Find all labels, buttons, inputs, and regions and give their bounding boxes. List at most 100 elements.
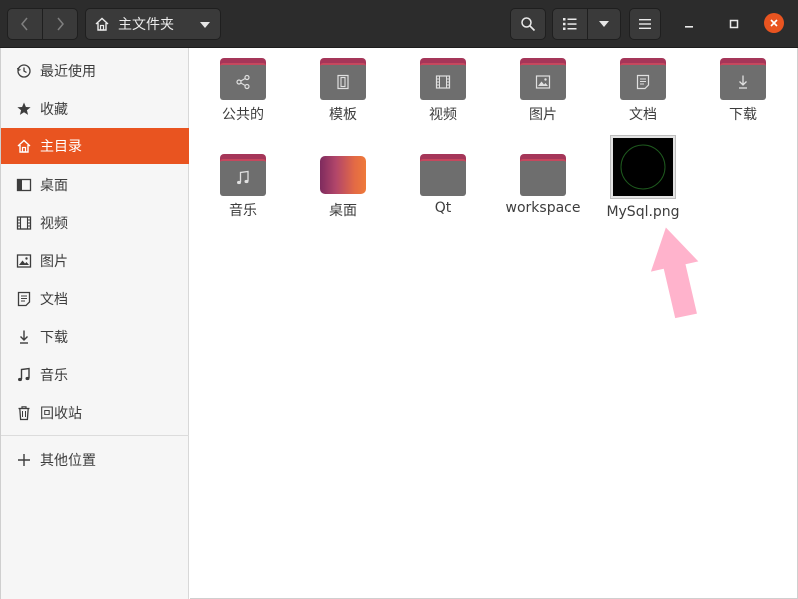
search-button[interactable]: [510, 8, 546, 40]
main-menu-button[interactable]: [629, 8, 661, 40]
close-icon: [770, 19, 778, 27]
folder-item-downloads[interactable]: 下载: [693, 58, 793, 124]
sidebar-item-music[interactable]: 音乐: [1, 357, 189, 393]
sidebar-item-label: 音乐: [40, 368, 68, 384]
desktop-icon: [15, 176, 33, 194]
plus-icon: [15, 451, 33, 469]
music-icon: [237, 170, 249, 185]
folder-icon: [620, 58, 666, 100]
folder-item-videos[interactable]: 视频: [393, 58, 493, 124]
back-button[interactable]: [7, 8, 43, 40]
film-icon: [15, 214, 33, 232]
file-name: 桌面: [329, 203, 357, 219]
folder-icon: [520, 154, 566, 196]
file-name: 图片: [529, 107, 557, 123]
file-name: 音乐: [229, 203, 257, 219]
file-name: 文档: [629, 107, 657, 123]
folder-item-documents[interactable]: 文档: [593, 58, 693, 124]
trash-icon: [15, 404, 33, 422]
folder-item-music[interactable]: 音乐: [193, 154, 293, 220]
sidebar-item-label: 视频: [40, 216, 68, 232]
folder-icon: [720, 58, 766, 100]
sidebar-item-documents[interactable]: 文档: [1, 281, 189, 317]
sidebar-separator: [1, 435, 189, 436]
desktop-icon: [320, 156, 366, 194]
maximize-button[interactable]: [722, 12, 746, 36]
hamburger-menu-icon: [639, 19, 651, 29]
image-icon: [15, 252, 33, 270]
sidebar-item-label: 桌面: [40, 178, 68, 194]
folder-item-desktop[interactable]: 桌面: [293, 154, 393, 220]
annotation-arrow: [650, 227, 699, 319]
clock-icon: [15, 62, 33, 80]
folder-item-public[interactable]: 公共的: [193, 58, 293, 124]
folder-item-qt[interactable]: Qt: [393, 154, 493, 216]
download-icon: [739, 75, 747, 89]
sidebar-item-home[interactable]: 主目录: [1, 128, 189, 164]
sidebar-item-starred[interactable]: 收藏: [1, 91, 189, 127]
home-icon: [95, 17, 109, 31]
folder-icon: [220, 154, 266, 196]
sidebar-item-pictures[interactable]: 图片: [1, 243, 189, 279]
music-icon: [15, 366, 33, 384]
folder-icon: [420, 58, 466, 100]
folder-icon: [320, 58, 366, 100]
list-view-button[interactable]: [552, 8, 588, 40]
sidebar-item-label: 文档: [40, 292, 68, 308]
sidebar-item-videos[interactable]: 视频: [1, 205, 189, 241]
file-name: 公共的: [222, 107, 264, 123]
sidebar-item-label: 主目录: [40, 139, 82, 155]
sidebar-item-desktop[interactable]: 桌面: [1, 167, 189, 203]
minimize-button[interactable]: [677, 12, 701, 36]
sidebar-item-trash[interactable]: 回收站: [1, 395, 189, 431]
sidebar-item-downloads[interactable]: 下载: [1, 319, 189, 355]
sidebar-item-label: 最近使用: [40, 64, 96, 80]
forward-button[interactable]: [42, 8, 78, 40]
film-icon: [435, 75, 451, 89]
path-label: 主文件夹: [118, 17, 174, 33]
path-dropdown-icon[interactable]: [200, 22, 210, 28]
template-icon: [337, 74, 349, 90]
home-icon: [15, 137, 33, 155]
sidebar-item-other-locations[interactable]: 其他位置: [1, 442, 189, 478]
file-item-mysql-png[interactable]: MySql.png: [593, 136, 693, 220]
sidebar-item-label: 回收站: [40, 406, 82, 422]
minimize-icon: [685, 26, 693, 28]
file-name: 模板: [329, 107, 357, 123]
file-name: Qt: [434, 200, 452, 216]
chevron-right-icon: [57, 17, 64, 31]
folder-icon: [420, 154, 466, 196]
close-button[interactable]: [764, 13, 784, 33]
sidebar-item-label: 下载: [40, 330, 68, 346]
sidebar-item-label: 其他位置: [40, 453, 96, 469]
folder-item-pictures[interactable]: 图片: [493, 58, 593, 124]
maximize-icon: [729, 19, 739, 29]
folder-item-templates[interactable]: 模板: [293, 58, 393, 124]
share-icon: [236, 74, 250, 90]
list-view-icon: [563, 18, 577, 30]
folder-icon: [520, 58, 566, 100]
download-icon: [15, 328, 33, 346]
file-name: MySql.png: [606, 204, 680, 220]
file-name: 视频: [429, 107, 457, 123]
sidebar-item-recent[interactable]: 最近使用: [1, 53, 189, 89]
document-icon: [636, 74, 650, 90]
file-name: workspace: [505, 200, 581, 216]
folder-item-workspace[interactable]: workspace: [493, 154, 593, 216]
file-view[interactable]: 公共的 模板 视频 图片 文档 下载 音乐 桌面 Qt workspace My…: [190, 48, 798, 599]
image-thumbnail: [611, 136, 675, 198]
document-icon: [15, 290, 33, 308]
sidebar-item-label: 收藏: [40, 102, 68, 118]
chevron-down-icon: [599, 21, 609, 27]
view-options-dropdown[interactable]: [587, 8, 621, 40]
search-icon: [521, 17, 536, 32]
path-bar-home-button[interactable]: 主文件夹: [85, 8, 221, 40]
sidebar: 最近使用 收藏 主目录 桌面 视频 图片 文档 下载 音乐 回收站 其他位置: [0, 48, 189, 599]
star-icon: [15, 100, 33, 118]
sidebar-item-label: 图片: [40, 254, 68, 270]
image-icon: [535, 75, 551, 89]
file-name: 下载: [729, 107, 757, 123]
chevron-left-icon: [21, 17, 28, 31]
header-bar: 主文件夹: [0, 0, 798, 48]
folder-icon: [220, 58, 266, 100]
